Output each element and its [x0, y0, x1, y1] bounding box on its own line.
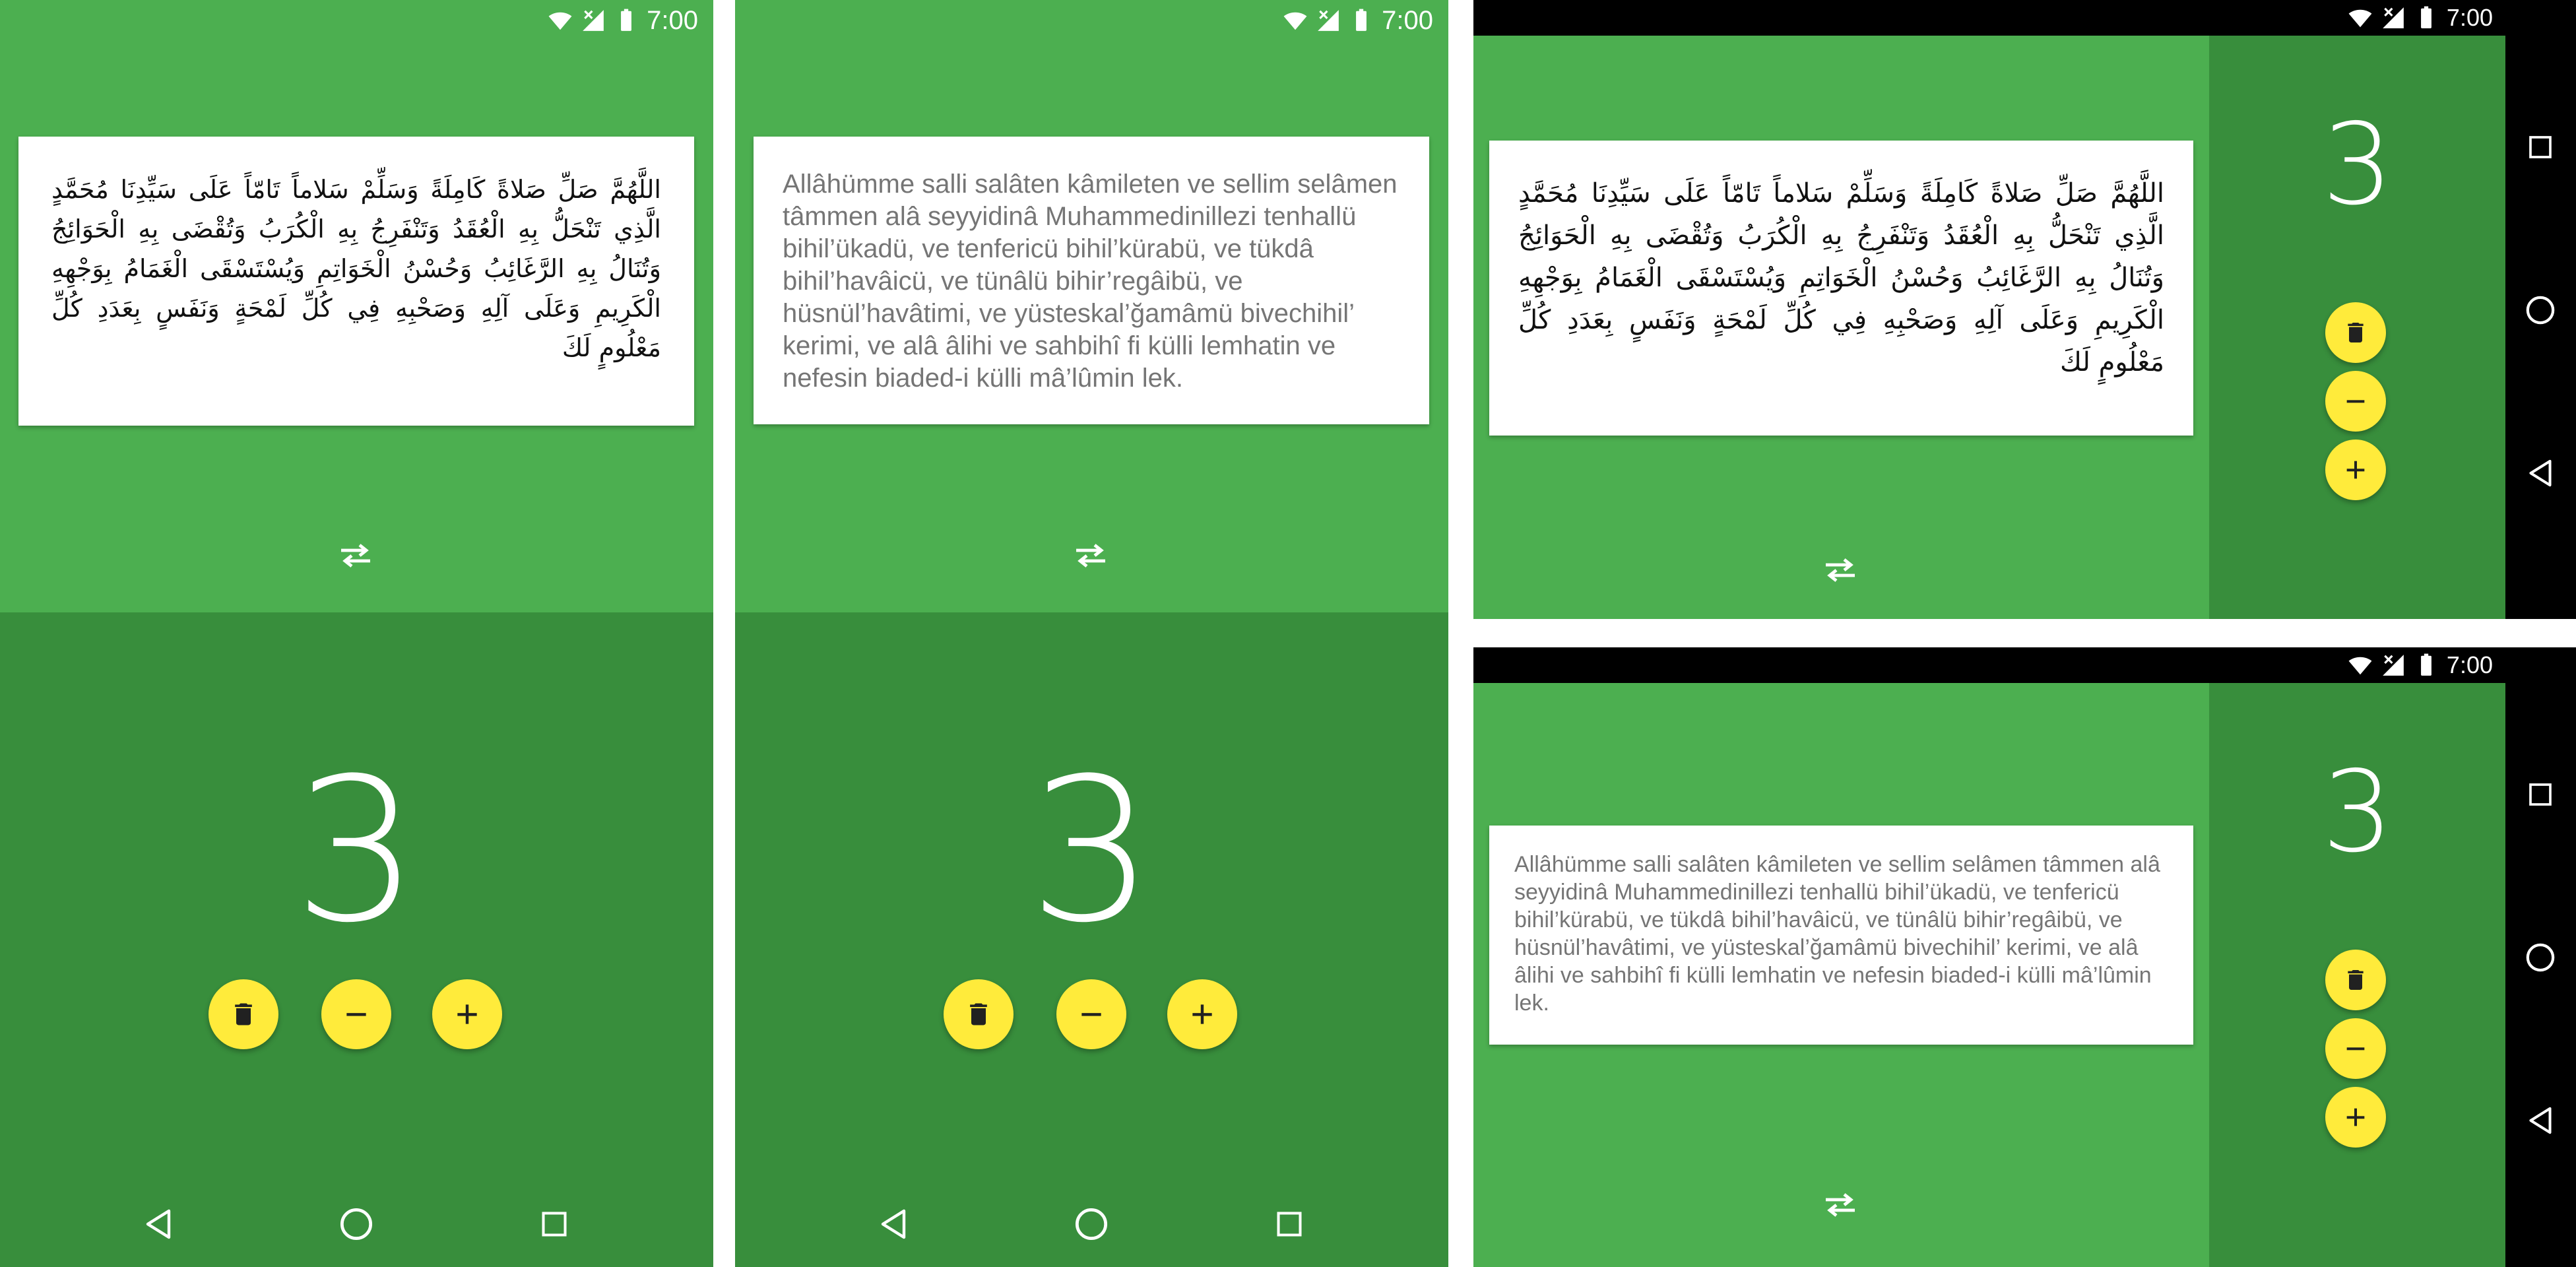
status-bar: 7:00: [1473, 0, 2493, 36]
nav-back-button[interactable]: [2514, 1094, 2567, 1147]
increment-button[interactable]: [2325, 1087, 2386, 1148]
counter-value: 3: [293, 736, 420, 966]
signal-icon: [1318, 10, 1339, 31]
status-time: 7:00: [2446, 4, 2493, 31]
reset-button[interactable]: [944, 979, 1014, 1049]
signal-icon: [583, 10, 604, 31]
status-bar: 7:00: [0, 0, 698, 41]
battery-icon: [2421, 653, 2431, 676]
add-icon: [2346, 1108, 2365, 1126]
remove-icon: [2346, 1047, 2365, 1051]
transliteration-text: Allâhümme salli salâten kâmileten ve sel…: [1514, 852, 2160, 1016]
increment-button[interactable]: [1167, 979, 1237, 1049]
nav-recents-button[interactable]: [2514, 768, 2567, 821]
wifi-icon: [1283, 12, 1307, 30]
reset-button[interactable]: [2325, 302, 2386, 363]
swap-button[interactable]: [1820, 1185, 1860, 1225]
back-triangle-icon: [2529, 459, 2552, 486]
recents-square-icon: [2529, 136, 2552, 159]
add-icon: [1192, 1004, 1212, 1024]
back-triangle-icon: [881, 1209, 906, 1239]
arabic-text: اللَّهُمَّ صَلِّ صَلاةً كَامِلَةً وَسَلِ…: [1518, 178, 2164, 377]
increment-button[interactable]: [432, 979, 502, 1049]
status-time: 7:00: [2446, 651, 2493, 678]
remove-icon: [1081, 1013, 1101, 1016]
nav-home-button[interactable]: [2514, 931, 2567, 984]
signal-icon: [2383, 7, 2404, 28]
status-time: 7:00: [1382, 5, 1433, 35]
remove-icon: [346, 1013, 366, 1016]
swap-horiz-icon: [1826, 1193, 1855, 1217]
add-icon: [457, 1004, 477, 1024]
home-circle-icon: [340, 1208, 373, 1241]
dua-card[interactable]: اللَّهُمَّ صَلِّ صَلاةً كَامِلَةً وَسَلِ…: [1489, 141, 2193, 436]
battery-icon: [1356, 9, 1367, 31]
counter-value: 3: [2321, 100, 2394, 230]
swap-button[interactable]: [336, 536, 375, 575]
nav-home-button[interactable]: [2514, 284, 2567, 337]
home-circle-icon: [2526, 296, 2555, 325]
battery-icon: [2421, 6, 2431, 28]
dua-card[interactable]: Allâhümme salli salâten kâmileten ve sel…: [1489, 826, 2193, 1045]
home-circle-icon: [2526, 943, 2555, 972]
arabic-text: اللَّهُمَّ صَلِّ صَلاةً كَامِلَةً وَسَلِ…: [51, 175, 661, 362]
battery-icon: [621, 9, 632, 31]
wifi-icon: [2348, 9, 2372, 28]
screen-portrait-latin: 7:00 Allâhümme salli salâten kâmileten v…: [735, 0, 1448, 1267]
screen-landscape-latin: 7:00 Allâhümme salli salâten kâmileten v…: [1473, 647, 2576, 1267]
delete-icon: [2348, 970, 2364, 990]
swap-horiz-icon: [1076, 544, 1105, 568]
delete-icon: [970, 1003, 987, 1025]
increment-button[interactable]: [2325, 439, 2386, 500]
add-icon: [2346, 461, 2365, 479]
wifi-icon: [2348, 657, 2372, 675]
decrement-button[interactable]: [2325, 1018, 2386, 1079]
counter-value: 3: [2321, 747, 2394, 878]
decrement-button[interactable]: [2325, 371, 2386, 432]
reset-button[interactable]: [2325, 950, 2386, 1010]
nav-recents-button[interactable]: [2514, 121, 2567, 174]
back-triangle-icon: [146, 1209, 171, 1239]
swap-horiz-icon: [341, 544, 370, 568]
nav-back-button[interactable]: [2514, 447, 2567, 500]
status-bar: 7:00: [1473, 647, 2493, 683]
signal-icon: [2383, 655, 2404, 676]
recents-square-icon: [2529, 783, 2552, 806]
nav-bar: [59, 1194, 653, 1254]
remove-icon: [2346, 400, 2365, 403]
swap-button[interactable]: [1820, 550, 1860, 590]
dua-card[interactable]: Allâhümme salli salâten kâmileten ve sel…: [754, 137, 1429, 424]
nav-bar: [2514, 713, 2567, 1202]
decrement-button[interactable]: [321, 979, 391, 1049]
nav-bar: [2514, 66, 2567, 554]
delete-icon: [2348, 323, 2364, 342]
screen-portrait-arabic: 7:00 اللَّهُمَّ صَلِّ صَلاةً كَامِلَةً و…: [0, 0, 713, 1267]
status-time: 7:00: [647, 5, 698, 35]
screen-landscape-arabic: 7:00 اللَّهُمَّ صَلِّ صَلاةً كَامِلَةً و…: [1473, 0, 2576, 619]
status-bar: 7:00: [735, 0, 1433, 41]
dua-card[interactable]: اللَّهُمَّ صَلِّ صَلاةً كَامِلَةً وَسَلِ…: [18, 137, 694, 426]
nav-home-button[interactable]: [330, 1198, 383, 1251]
counter-value: 3: [1028, 736, 1155, 966]
recents-square-icon: [542, 1212, 567, 1237]
home-circle-icon: [1075, 1208, 1108, 1241]
nav-recents-button[interactable]: [528, 1198, 581, 1251]
wifi-icon: [548, 12, 572, 30]
swap-button[interactable]: [1071, 536, 1111, 575]
back-triangle-icon: [2529, 1107, 2552, 1134]
nav-recents-button[interactable]: [1263, 1198, 1316, 1251]
nav-home-button[interactable]: [1065, 1198, 1118, 1251]
transliteration-text: Allâhümme salli salâten kâmileten ve sel…: [783, 170, 1398, 393]
decrement-button[interactable]: [1056, 979, 1126, 1049]
nav-bar: [794, 1194, 1388, 1254]
delete-icon: [235, 1003, 252, 1025]
reset-button[interactable]: [209, 979, 278, 1049]
recents-square-icon: [1277, 1212, 1302, 1237]
nav-back-button[interactable]: [132, 1198, 185, 1251]
nav-back-button[interactable]: [867, 1198, 920, 1251]
swap-horiz-icon: [1826, 558, 1855, 582]
